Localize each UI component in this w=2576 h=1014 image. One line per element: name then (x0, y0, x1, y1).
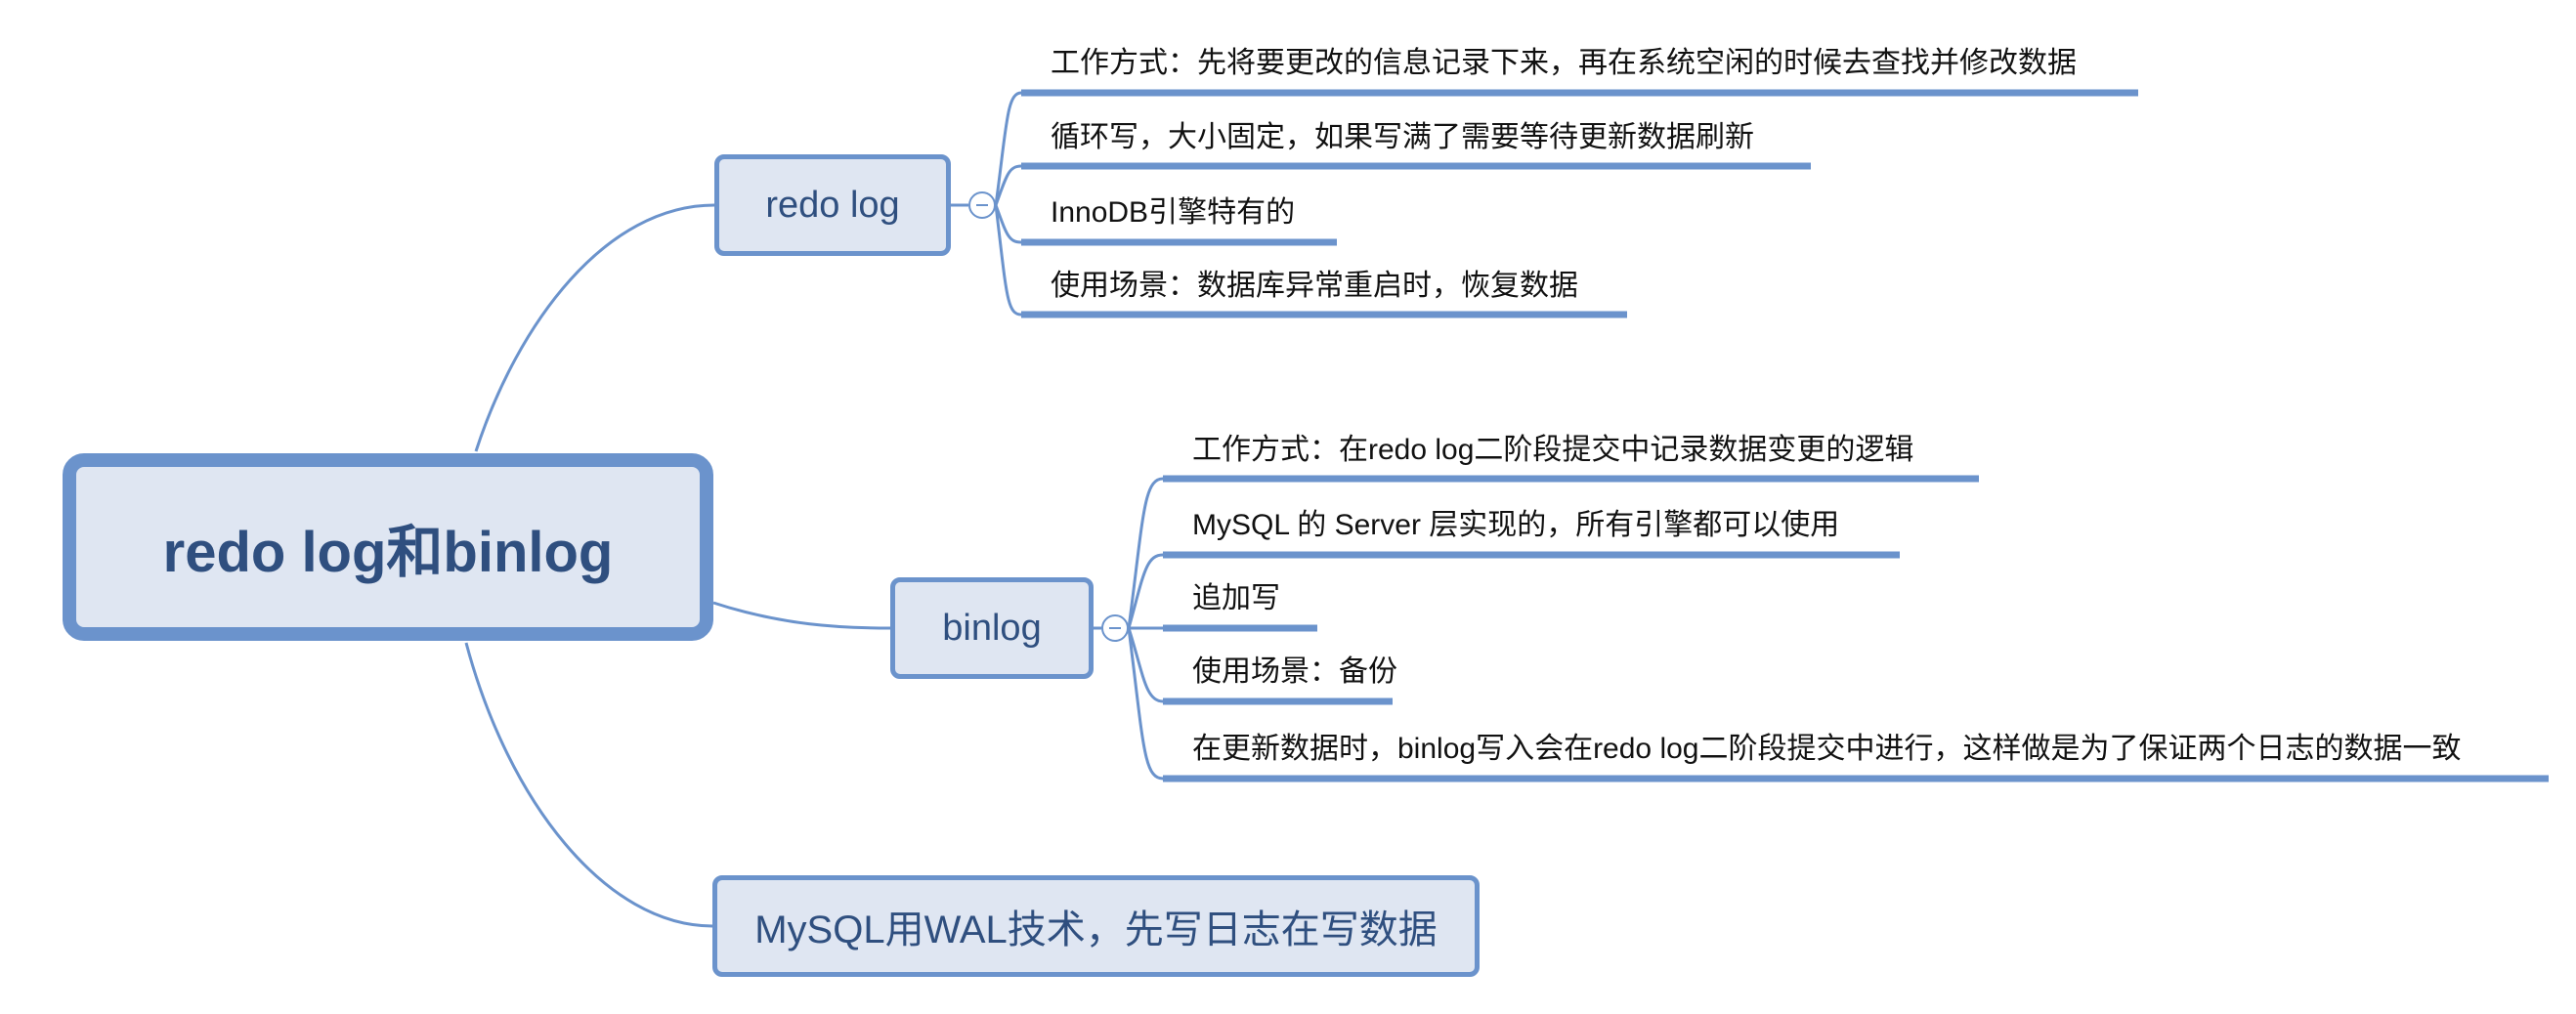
subtopic-binlog-append-write[interactable]: 追加写 (1192, 584, 1280, 613)
link-redo-4 (994, 204, 1022, 317)
collapse-redo-log-button[interactable] (968, 191, 996, 219)
subtopic-redo-innodb[interactable]: InnoDB引擎特有的 (1051, 198, 1295, 228)
topic-binlog-label: binlog (942, 607, 1042, 649)
topic-binlog[interactable]: binlog (890, 577, 1094, 679)
topic-wal-label: MySQL用WAL技术，先写日志在写数据 (754, 908, 1438, 951)
root-topic[interactable]: redo log和binlog (63, 453, 713, 641)
subtopic-redo-circular-write[interactable]: 循环写，大小固定，如果写满了需要等待更新数据刷新 (1051, 123, 1754, 152)
subtopic-binlog-usage[interactable]: 使用场景：备份 (1192, 657, 1397, 687)
link-root-binlog (712, 601, 891, 630)
topic-redo-log[interactable]: redo log (714, 154, 951, 256)
subtopic-redo-work-mode[interactable]: 工作方式：先将要更改的信息记录下来，再在系统空闲的时候去查找并修改数据 (1051, 49, 2077, 78)
subtopic-binlog-consistency[interactable]: 在更新数据时，binlog写入会在redo log二阶段提交中进行，这样做是为了… (1192, 735, 2461, 764)
collapse-binlog-button[interactable] (1101, 614, 1129, 642)
subtopic-redo-usage[interactable]: 使用场景：数据库异常重启时，恢复数据 (1051, 272, 1578, 301)
topic-redo-log-label: redo log (765, 184, 900, 226)
subtopic-binlog-work-mode[interactable]: 工作方式：在redo log二阶段提交中记录数据变更的逻辑 (1192, 436, 1913, 465)
mindmap-canvas: redo log和binlog redo log binlog MySQL用WA… (0, 0, 2576, 1014)
link-root-redo (474, 203, 715, 452)
link-root-wal (464, 642, 713, 928)
topic-wal[interactable]: MySQL用WAL技术，先写日志在写数据 (712, 875, 1480, 977)
link-redo-1 (994, 91, 1022, 206)
link-binlog-5 (1127, 627, 1164, 781)
root-topic-label: redo log和binlog (162, 521, 614, 584)
subtopic-binlog-server-layer[interactable]: MySQL 的 Server 层实现的，所有引擎都可以使用 (1192, 511, 1839, 540)
